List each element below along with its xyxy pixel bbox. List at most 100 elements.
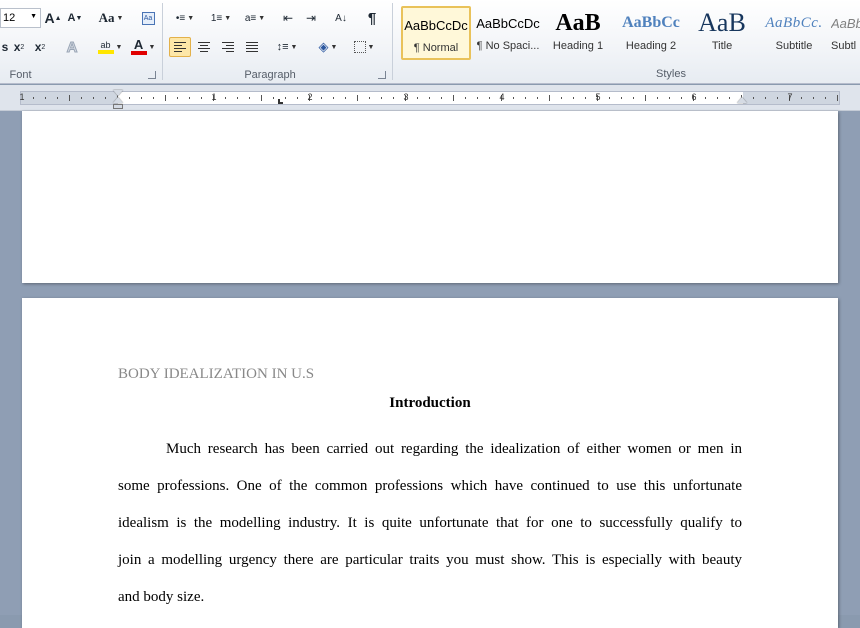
align-left-button[interactable] [169, 37, 191, 57]
ruler-tick [369, 97, 370, 99]
justify-icon [246, 40, 258, 54]
style-no-spacing[interactable]: AaBbCcDc ¶ No Spaci... [473, 6, 543, 60]
ruler-tick [477, 97, 478, 99]
right-indent-marker[interactable] [737, 97, 747, 103]
line-spacing-icon: ↕≡ [276, 41, 289, 53]
multilevel-list-icon: a≡ [244, 12, 257, 24]
ruler-tick [681, 97, 682, 99]
shrink-font-button[interactable]: A ▼ [66, 8, 84, 28]
ruler-number: 5 [595, 92, 601, 102]
line-spacing-button[interactable]: ↕≡ ▼ [273, 37, 301, 57]
tab-stop-marker[interactable] [278, 99, 283, 104]
style-subtitle[interactable]: AaBbCc. Subtitle [759, 6, 829, 60]
ribbon: 12 ▼ A ▲ A ▼ Aa ▼ Aa s x2 x2 A ab ▼ A ▼ … [0, 0, 860, 84]
paragraph-dialog-launcher[interactable] [378, 71, 386, 79]
paint-bucket-icon: ◈ [318, 39, 329, 54]
ruler-bar: 1 1 2 3 4 5 6 7 [0, 85, 860, 111]
first-line-indent-marker[interactable] [113, 90, 123, 96]
section-heading: Introduction [389, 395, 471, 411]
bullets-icon: •≡ [175, 12, 186, 24]
change-case-label: Aa [98, 10, 115, 25]
ruler-tick [381, 97, 382, 99]
style-sample: AaB [555, 9, 601, 36]
document-area[interactable]: BODY IDEALIZATION IN U.S Introduction Mu… [0, 111, 860, 628]
ruler-tick [177, 97, 178, 99]
shading-button[interactable]: ◈ ▼ [313, 37, 343, 57]
superscript-button[interactable]: x2 [32, 37, 48, 57]
text-effects-button[interactable]: A [62, 37, 82, 57]
change-case-button[interactable]: Aa ▼ [96, 8, 126, 28]
ruler-tick [357, 95, 358, 101]
ruler-tick [417, 97, 418, 99]
font-group-label: Font [9, 69, 32, 81]
numbering-icon: 1≡ [210, 12, 223, 24]
highlight-color-swatch [97, 50, 114, 54]
ruler-tick [717, 97, 718, 99]
style-sample: AaBbCcDc [831, 15, 860, 31]
hanging-indent-marker[interactable] [113, 97, 123, 103]
decrease-indent-button[interactable]: ⇤ [278, 8, 298, 28]
highlight-button[interactable]: ab ▼ [95, 37, 125, 57]
ruler-tick [285, 97, 286, 99]
styles-group-label: Styles [656, 68, 686, 80]
style-sample: AaB [698, 8, 746, 37]
ruler-tick [225, 97, 226, 99]
multilevel-list-button[interactable]: a≡ ▼ [241, 8, 269, 28]
sort-button[interactable]: A↓ [330, 8, 352, 28]
font-color-button[interactable]: A ▼ [127, 37, 159, 57]
ruler-tick [633, 97, 634, 99]
style-title[interactable]: AaB Title [687, 6, 757, 60]
horizontal-ruler[interactable]: 1 1 2 3 4 5 6 7 [19, 90, 840, 109]
font-size-input[interactable]: 12 ▼ [0, 8, 41, 28]
paragraph-line: Much research has been carried out regar… [166, 441, 742, 457]
left-indent-marker[interactable] [113, 104, 123, 109]
ruler-tick [165, 95, 166, 101]
ruler-tick [825, 97, 826, 99]
ruler-number: 7 [787, 92, 793, 102]
ruler-tick [573, 97, 574, 99]
align-center-button[interactable] [194, 37, 214, 57]
style-sample: AaBbCcDc [404, 17, 468, 33]
bullets-button[interactable]: •≡ ▼ [171, 8, 199, 28]
increase-indent-button[interactable]: ⇥ [301, 8, 321, 28]
style-normal[interactable]: AaBbCcDc ¶ Normal [401, 6, 471, 60]
ruler-tick [333, 97, 334, 99]
paragraph-group: •≡ ▼ 1≡ ▼ a≡ ▼ ⇤ ⇥ A↓ ¶ ↕≡ ▼ ◈ ▼ ▼ Parag… [165, 0, 391, 84]
ruler-number: 2 [307, 92, 313, 102]
align-right-button[interactable] [218, 37, 238, 57]
borders-button[interactable]: ▼ [349, 37, 379, 57]
ruler-tick [489, 97, 490, 99]
style-heading-1[interactable]: AaB Heading 1 [543, 6, 613, 60]
style-sample: AaBbCcDc [476, 15, 540, 31]
body-paragraph[interactable]: Much research has been carried out regar… [118, 441, 742, 626]
show-marks-button[interactable]: ¶ [362, 8, 382, 28]
ruler-tick [273, 97, 274, 99]
ruler-tick [249, 97, 250, 99]
chevron-down-icon: ▼ [30, 13, 37, 20]
ruler-tick [153, 97, 154, 99]
clear-formatting-button[interactable]: Aa [138, 8, 158, 28]
ruler-number: 4 [499, 92, 505, 102]
ruler-tick [813, 97, 814, 99]
ruler-tick [297, 97, 298, 99]
page-2[interactable]: BODY IDEALIZATION IN U.S Introduction Mu… [22, 298, 838, 628]
superscript-label: x [34, 40, 42, 54]
subscript-button[interactable]: x2 [11, 37, 27, 57]
justify-button[interactable] [242, 37, 262, 57]
pilcrow-icon: ¶ [367, 9, 377, 27]
strikethrough-button[interactable]: s [0, 37, 10, 57]
align-center-icon [198, 40, 210, 54]
ruler-tick [345, 97, 346, 99]
ruler-tick [837, 95, 838, 101]
paragraph-group-label: Paragraph [244, 69, 296, 81]
style-heading-2[interactable]: AaBbCc Heading 2 [616, 6, 686, 60]
ruler-tick [801, 97, 802, 99]
style-subtle-emphasis[interactable]: AaBbCcDc Subtl [831, 6, 860, 60]
numbering-button[interactable]: 1≡ ▼ [207, 8, 235, 28]
text-effects-label: A [66, 38, 78, 56]
ruler-tick [45, 97, 46, 99]
ruler-tick [81, 97, 82, 99]
grow-font-button[interactable]: A ▲ [44, 8, 62, 28]
align-left-icon [174, 40, 186, 54]
page-1[interactable] [22, 111, 838, 283]
